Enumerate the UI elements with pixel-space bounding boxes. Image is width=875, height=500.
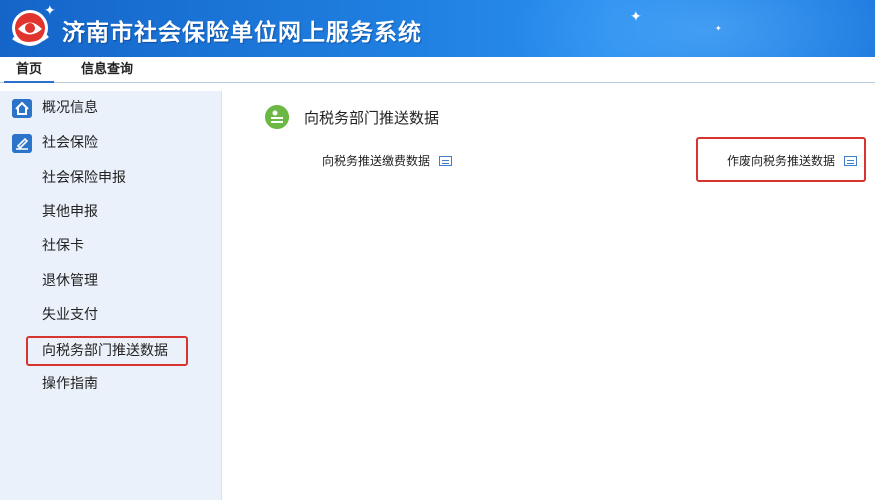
sidebar-item-insurance-declaration[interactable]: 社会保险申报 xyxy=(0,164,222,192)
sidebar-item-retirement[interactable]: 退休管理 xyxy=(0,267,222,295)
section-title: 向税务部门推送数据 xyxy=(304,109,440,127)
sidebar-item-label: 操作指南 xyxy=(42,376,98,392)
home-icon xyxy=(12,99,32,118)
app-title: 济南市社会保险单位网上服务系统 xyxy=(62,20,422,46)
sidebar-item-social-card[interactable]: 社保卡 xyxy=(0,232,222,260)
tab-home[interactable]: 首页 xyxy=(4,57,54,83)
push-payment-data-link[interactable]: 向税务推送缴费数据 xyxy=(322,152,452,170)
document-icon xyxy=(843,155,857,166)
sidebar-item-label: 社会保险 xyxy=(42,135,98,151)
header-glow xyxy=(495,0,875,57)
sidebar-item-guide[interactable]: 操作指南 xyxy=(0,370,222,398)
sidebar-item-overview[interactable]: 概况信息 xyxy=(0,94,222,122)
sparkle-icon: ✦ xyxy=(44,3,56,19)
link-label: 向税务推送缴费数据 xyxy=(322,154,431,168)
selected-item-highlight xyxy=(26,336,188,366)
section-icon xyxy=(265,105,289,129)
sidebar-item-label: 社保卡 xyxy=(42,238,84,254)
sidebar-item-social-insurance[interactable]: 社会保险 xyxy=(0,129,222,157)
sidebar-item-unemployment-payment[interactable]: 失业支付 xyxy=(0,301,222,329)
document-icon xyxy=(438,155,452,166)
sparkle-icon: ✦ xyxy=(630,9,642,25)
link-label: 作废向税务推送数据 xyxy=(727,154,836,168)
sidebar-item-label: 其他申报 xyxy=(42,204,98,220)
sidebar-item-label: 概况信息 xyxy=(42,100,98,116)
sidebar-item-label: 失业支付 xyxy=(42,307,98,323)
sidebar-item-label: 社会保险申报 xyxy=(42,170,126,186)
void-push-data-link[interactable]: 作废向税务推送数据 xyxy=(727,152,857,170)
app-header: 济南市社会保险单位网上服务系统 ✦ ✦ ✦ xyxy=(0,0,875,57)
sidebar-item-other-declaration[interactable]: 其他申报 xyxy=(0,198,222,226)
sparkle-icon: ✦ xyxy=(715,24,722,33)
edit-icon xyxy=(12,134,32,153)
top-nav: 首页 信息查询 xyxy=(0,57,875,83)
sidebar-item-label: 退休管理 xyxy=(42,273,98,289)
tab-info-query[interactable]: 信息查询 xyxy=(72,57,142,83)
